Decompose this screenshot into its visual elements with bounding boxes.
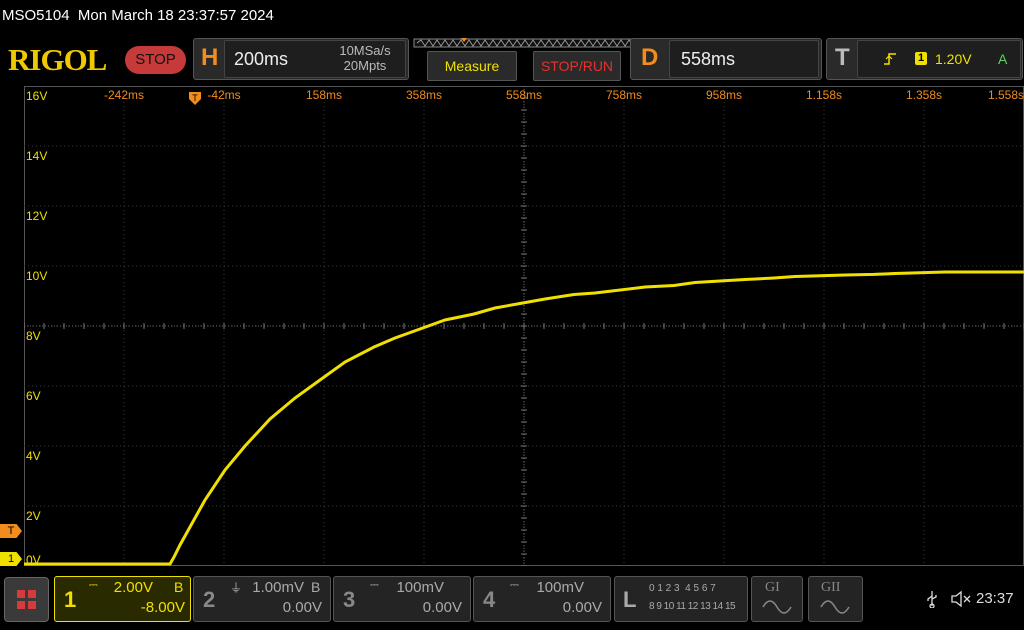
- time-label: 1.558s: [988, 88, 1024, 102]
- channel4-number: 4: [483, 587, 496, 612]
- logic-channels-row2: 8 9 10 11 12 13 14 15: [649, 601, 736, 612]
- delay-value: 558ms: [681, 49, 736, 69]
- waveform-memory-icon: [413, 38, 633, 48]
- channel3-scale: 100mV: [396, 579, 444, 596]
- trigger-channel-badge: 1: [915, 52, 927, 65]
- top-toolbar: RIGOL STOP H 200ms 10MSa/s 20Mpts Measur…: [0, 36, 1024, 86]
- voltage-label: 16V: [26, 89, 47, 103]
- waveform-display[interactable]: -242ms -42ms 158ms 358ms 558ms 758ms 958ms 1.15…: [24, 86, 1024, 566]
- time-axis-labels: -242ms -42ms 158ms 358ms 558ms 758ms 958ms 1.15…: [104, 88, 1024, 102]
- generator1-label: GI: [765, 580, 780, 595]
- time-label: -42ms: [207, 88, 240, 102]
- time-label: 358ms: [406, 88, 442, 102]
- channel1-number: 1: [64, 587, 77, 612]
- voltage-label: 12V: [26, 209, 47, 223]
- run-state-badge[interactable]: STOP: [125, 46, 186, 74]
- horizontal-panel[interactable]: H 200ms 10MSa/s 20Mpts: [193, 38, 409, 80]
- trigger-panel[interactable]: T 1 1.20V A: [826, 38, 1023, 80]
- delay-letter: D: [641, 44, 659, 71]
- measure-button[interactable]: Measure: [427, 51, 517, 81]
- graticule-grid: [24, 86, 1024, 566]
- horizontal-letter: H: [201, 44, 219, 71]
- channel4-panel[interactable]: 4 ⎓ 100mV 0.00V: [473, 576, 611, 622]
- channel2-scale: 1.00mV: [252, 579, 304, 596]
- horizontal-box: 200ms 10MSa/s 20Mpts: [224, 40, 406, 78]
- voltage-label: 8V: [26, 329, 41, 343]
- voltage-label: 14V: [26, 149, 47, 163]
- title-bar: MSO5104 Mon March 18 23:37:57 2024: [0, 0, 1024, 34]
- model-label: MSO5104: [2, 7, 70, 24]
- ground-coupling-icon: ⏚: [230, 581, 243, 595]
- channel1-scale: 2.00V: [113, 579, 153, 596]
- time-label: 958ms: [706, 88, 742, 102]
- sine-wave-icon: [820, 600, 850, 614]
- dc-coupling-icon: ⎓: [370, 579, 379, 591]
- menu-grid-icon: [17, 590, 36, 609]
- time-label: 558ms: [506, 88, 542, 102]
- trigger-position-marker: T: [189, 92, 201, 105]
- sine-wave-icon: [762, 600, 792, 614]
- trigger-level-marker[interactable]: T: [0, 524, 22, 538]
- channel4-offset: 0.00V: [562, 599, 602, 616]
- bottom-bar: 1 ⎓ 2.00V B -8.00V 2 ⏚ 1.00mV B 0.00V 3 …: [0, 572, 1024, 630]
- trigger-level: 1.20V: [935, 51, 972, 67]
- delay-box: 558ms: [669, 40, 819, 78]
- channel2-panel[interactable]: 2 ⏚ 1.00mV B 0.00V: [193, 576, 331, 622]
- channel1-panel[interactable]: 1 ⎓ 2.00V B -8.00V: [54, 576, 191, 622]
- logic-letter: L: [623, 587, 637, 612]
- channel4-scale: 100mV: [536, 579, 584, 596]
- time-label: -242ms: [104, 88, 144, 102]
- voltage-label: 6V: [26, 389, 41, 403]
- voltage-label: 10V: [26, 269, 47, 283]
- trigger-position-letter: T: [192, 93, 198, 103]
- time-label: 1.158s: [806, 88, 842, 102]
- menu-button[interactable]: [4, 577, 49, 622]
- dc-coupling-icon: ⎓: [89, 579, 98, 591]
- usb-icon: [927, 591, 937, 608]
- generator1-button[interactable]: GI: [751, 576, 803, 622]
- trigger-box: 1 1.20V A: [857, 40, 1021, 78]
- channel2-bw-limit: B: [311, 579, 321, 595]
- rigol-logo: RIGOL: [8, 42, 107, 77]
- logic-panel[interactable]: L 0 1 2 3 4 5 6 7 8 9 10 11 12 13 14 15: [614, 576, 748, 622]
- timebase-value: 200ms: [234, 49, 289, 69]
- channel2-offset: 0.00V: [282, 599, 322, 616]
- sample-rate: 10MSa/s: [339, 43, 391, 58]
- clock: 23:37: [976, 590, 1014, 607]
- voltage-label: 4V: [26, 449, 41, 463]
- trigger-letter: T: [835, 44, 850, 71]
- voltage-label: 2V: [26, 509, 41, 523]
- channel3-number: 3: [343, 587, 356, 612]
- channel1-offset-marker[interactable]: 1: [0, 552, 22, 566]
- time-label: 158ms: [306, 88, 342, 102]
- rising-edge-icon: [884, 53, 896, 65]
- time-label: 758ms: [606, 88, 642, 102]
- channel3-offset: 0.00V: [422, 599, 462, 616]
- trigger-mode: A: [998, 51, 1008, 67]
- logic-channels-row1: 0 1 2 3 4 5 6 7: [649, 583, 716, 594]
- channel1-offset: -8.00V: [140, 599, 185, 616]
- memory-depth: 20Mpts: [343, 58, 387, 73]
- channel2-number: 2: [203, 587, 216, 612]
- channel3-panel[interactable]: 3 ⎓ 100mV 0.00V: [333, 576, 471, 622]
- channel1-bw-limit: B: [174, 579, 184, 595]
- generator2-label: GII: [821, 580, 841, 595]
- datetime-label: Mon March 18 23:37:57 2024: [77, 7, 274, 24]
- generator2-button[interactable]: GII: [808, 576, 863, 622]
- delay-panel[interactable]: D 558ms: [630, 38, 822, 80]
- speaker-muted-icon[interactable]: [950, 590, 972, 608]
- stop-run-button[interactable]: STOP/RUN: [533, 51, 621, 81]
- time-label: 1.358s: [906, 88, 942, 102]
- dc-coupling-icon: ⎓: [510, 579, 519, 591]
